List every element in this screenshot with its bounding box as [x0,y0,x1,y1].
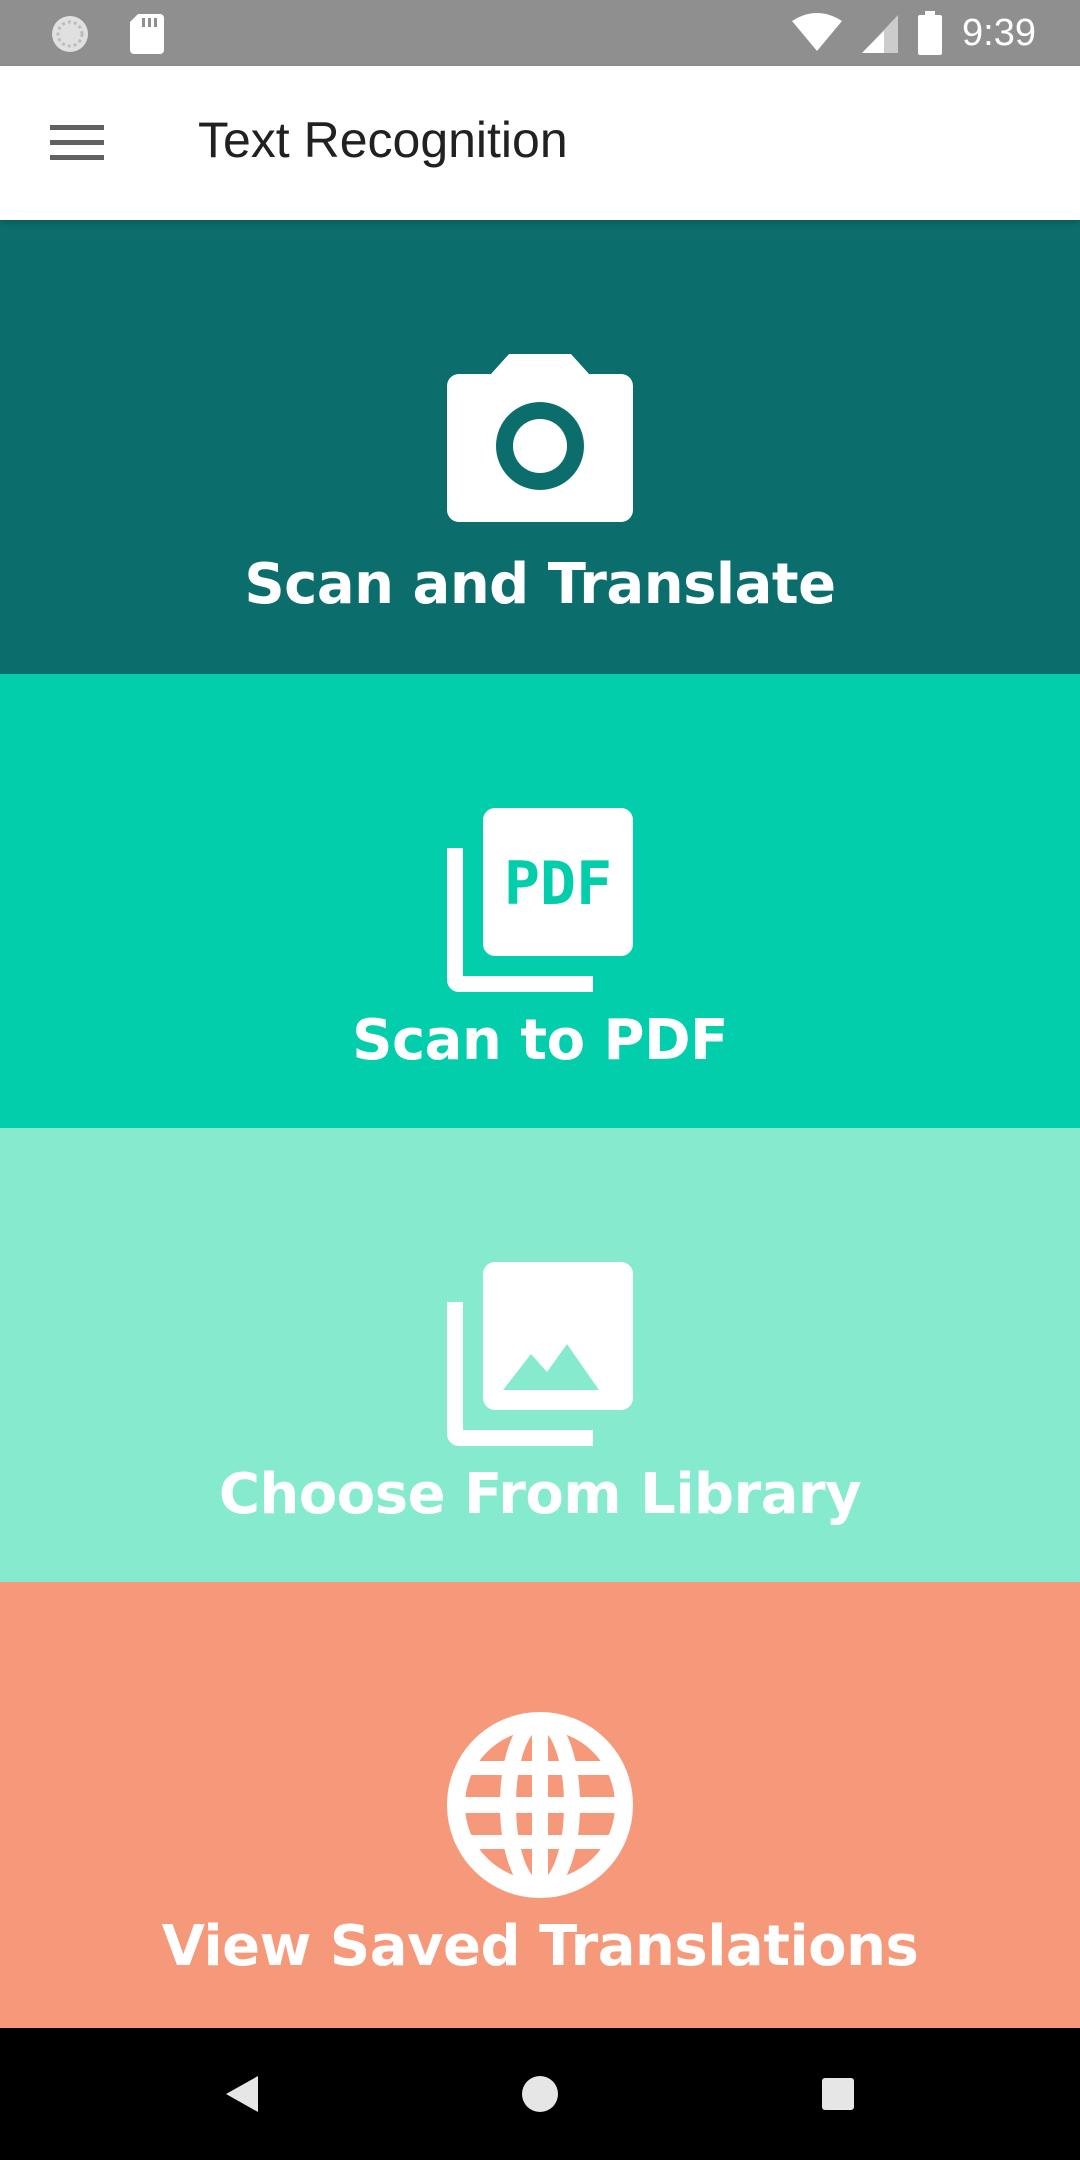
signal-icon [862,15,899,53]
home-icon [522,2076,558,2112]
home-button[interactable] [510,2064,570,2124]
camera-icon [447,354,633,522]
system-nav-bar [0,2028,1080,2160]
action-tiles: Scan and Translate PDF Scan to PDF Choos… [0,220,1080,2028]
choose-from-library-button[interactable]: Choose From Library [0,1128,1080,1582]
page-title: Text Recognition [198,112,568,168]
status-bar: 9:39 [0,0,1080,66]
status-right-icons: 9:39 [792,8,1036,58]
photo-library-icon [447,1262,633,1446]
sync-icon [52,16,88,52]
sd-card-icon [130,14,164,54]
wifi-icon [792,13,843,51]
hamburger-menu-icon [50,125,104,160]
recents-icon [822,2078,854,2110]
scan-to-pdf-label: Scan to PDF [352,1008,728,1073]
scan-and-translate-button[interactable]: Scan and Translate [0,220,1080,674]
view-saved-translations-button[interactable]: View Saved Translations [0,1582,1080,2028]
back-button[interactable] [212,2064,272,2124]
back-icon [226,2076,258,2112]
scan-and-translate-label: Scan and Translate [244,552,836,617]
status-left-icons [50,14,164,54]
scan-to-pdf-button[interactable]: PDF Scan to PDF [0,674,1080,1128]
pdf-icon: PDF [447,808,633,992]
pdf-icon-text: PDF [504,849,612,919]
globe-icon [447,1712,633,1898]
recents-button[interactable] [808,2064,868,2124]
status-time: 9:39 [962,12,1036,54]
choose-from-library-label: Choose From Library [218,1462,862,1527]
menu-button[interactable] [44,110,110,176]
view-saved-translations-label: View Saved Translations [161,1914,919,1979]
battery-icon [918,11,943,55]
app-bar: Text Recognition [0,66,1080,220]
